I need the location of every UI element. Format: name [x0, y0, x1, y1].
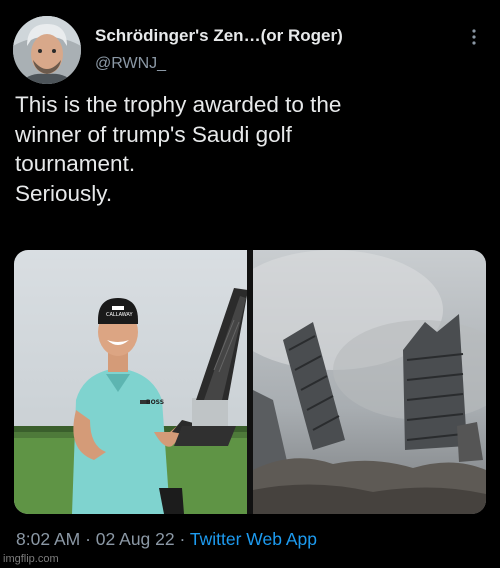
author-handle[interactable]: @RWNJ_ — [95, 55, 166, 73]
watermark: imgflip.com — [3, 553, 59, 565]
tweet-meta: 8:02 AM · 02 Aug 22 · Twitter Web App — [16, 529, 317, 550]
tweet-text-line: Seriously. — [15, 180, 113, 206]
tweet-source[interactable]: Twitter Web App — [190, 529, 317, 549]
tweet: Schrödinger's Zen…(or Roger) @RWNJ_ This… — [0, 0, 500, 568]
more-options-icon[interactable] — [466, 26, 482, 50]
author-display-name[interactable]: Schrödinger's Zen…(or Roger) — [95, 26, 343, 46]
media-grid: CALLAWAY BOSS — [14, 250, 486, 514]
tweet-text: This is the trophy awarded to the winner… — [15, 90, 485, 208]
tweet-text-line: This is the trophy awarded to the — [15, 92, 342, 117]
tweet-text-line: tournament. — [15, 151, 136, 176]
avatar[interactable] — [13, 16, 81, 84]
tweet-text-line: winner of trump's Saudi golf — [15, 121, 292, 147]
meta-separator: · — [174, 529, 190, 549]
ruined-building-photo[interactable] — [253, 250, 486, 514]
golfer-with-trophy-photo[interactable]: CALLAWAY BOSS — [14, 250, 247, 514]
tweet-time[interactable]: 8:02 AM — [16, 529, 80, 549]
cap-logo-text: CALLAWAY — [106, 312, 133, 318]
shirt-logo-text: BOSS — [146, 399, 164, 406]
tweet-date[interactable]: 02 Aug 22 — [96, 529, 175, 549]
meta-separator: · — [80, 529, 96, 549]
